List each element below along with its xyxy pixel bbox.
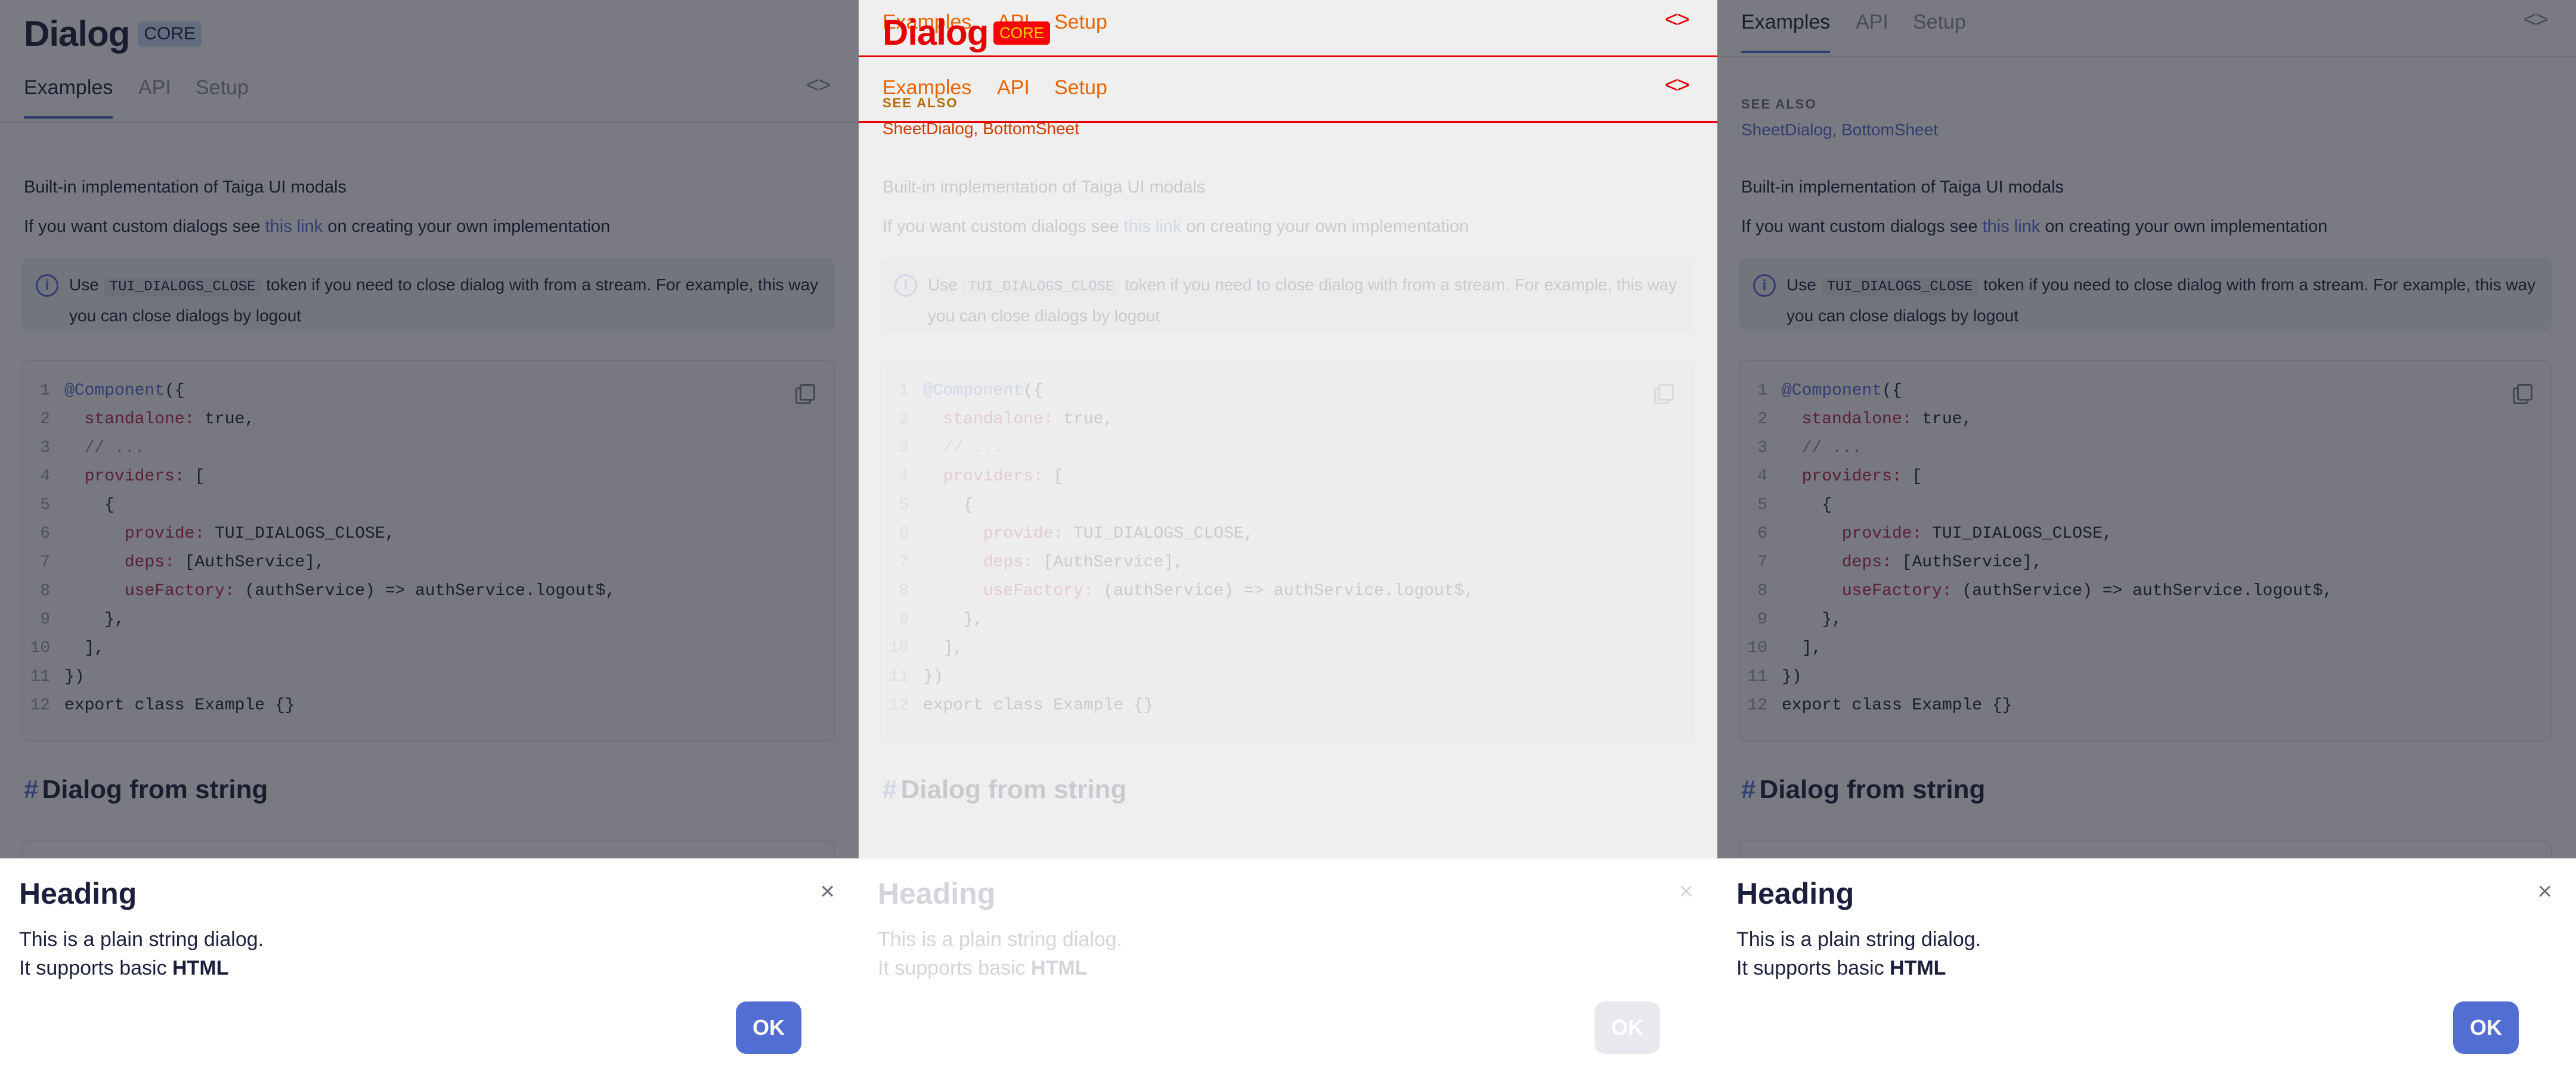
- dialog-line-1: This is a plain string dialog.: [1736, 928, 1981, 951]
- dialog-backdrop[interactable]: [1717, 0, 2576, 858]
- dialog-backdrop[interactable]: [0, 0, 859, 858]
- code-line: 9 },: [881, 606, 1692, 634]
- panel-right: Examples API Setup <> SEE ALSO SheetDial…: [1717, 0, 2576, 1073]
- code-line: 4 providers: [: [881, 463, 1692, 491]
- code-text: export class Example {}: [923, 696, 1154, 715]
- line-number: 10: [888, 639, 909, 658]
- dialog-content: This is a plain string dialog. It suppor…: [878, 925, 1698, 982]
- dialog-line-2: It supports basic HTML: [19, 954, 840, 982]
- code-line: 8 useFactory: (authService) => authServi…: [881, 577, 1692, 606]
- panel-left: Dialog CORE Examples API Setup <> Built-…: [0, 0, 859, 1073]
- core-badge: CORE: [993, 21, 1051, 45]
- code-toggle-icon[interactable]: <>: [1665, 73, 1690, 98]
- code-text: {: [923, 496, 974, 514]
- code-text: ],: [923, 639, 964, 658]
- code-toggle-icon[interactable]: <>: [1665, 7, 1690, 33]
- section-title: #Dialog from string: [883, 775, 1126, 805]
- code-line: 2 standalone: true,: [881, 405, 1692, 434]
- line-number: 5: [899, 496, 909, 514]
- close-icon[interactable]: ×: [2537, 879, 2552, 904]
- ok-button[interactable]: OK: [736, 1001, 801, 1054]
- line-number: 4: [899, 467, 909, 486]
- code-lines: 1@Component({2 standalone: true,3 // ...…: [881, 377, 1692, 720]
- line-number: 11: [888, 668, 909, 686]
- description: Built-in implementation of Taiga UI moda…: [883, 178, 1206, 197]
- ok-button[interactable]: OK: [1594, 1001, 1660, 1054]
- this-link[interactable]: this link: [1124, 217, 1182, 236]
- dialog-heading: Heading: [19, 877, 137, 910]
- code-line: 11}): [881, 663, 1692, 691]
- dialog-line-2-bold: HTML: [172, 957, 229, 979]
- code-line: 3 // ...: [881, 434, 1692, 463]
- panel-middle: Built-in implementation of Taiga UI moda…: [859, 0, 1717, 1073]
- dialog-line-2: It supports basic HTML: [878, 954, 1698, 982]
- line-number: 2: [899, 410, 909, 429]
- notice-token: TUI_DIALOGS_CLOSE: [962, 278, 1120, 296]
- code-text: }): [923, 668, 943, 686]
- code-text: standalone: true,: [943, 410, 1114, 429]
- code-line: 6 provide: TUI_DIALOGS_CLOSE,: [881, 520, 1692, 548]
- code-text: // ...: [943, 439, 1004, 457]
- dialog-heading: Heading: [878, 877, 996, 910]
- dialog-sheet: Heading This is a plain string dialog. I…: [1717, 858, 2576, 1073]
- code-text: },: [923, 610, 983, 629]
- dialog-line-1: This is a plain string dialog.: [19, 928, 264, 951]
- custom-dialogs-text: If you want custom dialogs see this link…: [883, 217, 1469, 237]
- dialog-line-1: This is a plain string dialog.: [878, 928, 1123, 951]
- line-number: 7: [899, 553, 909, 572]
- code-line: 5 {: [881, 491, 1692, 520]
- dialog-sheet: Heading This is a plain string dialog. I…: [859, 858, 1717, 1073]
- tab-setup[interactable]: Setup: [1054, 11, 1107, 34]
- copy-icon[interactable]: [1648, 379, 1676, 407]
- line-number: 3: [899, 439, 909, 457]
- page-title: Dialog: [883, 13, 989, 52]
- line-number: 6: [899, 525, 909, 543]
- see-also-label: SEE ALSO: [883, 95, 958, 110]
- notice-box: i Use TUI_DIALOGS_CLOSE token if you nee…: [880, 258, 1693, 331]
- section-hash[interactable]: #: [883, 775, 897, 804]
- dialog-sheet: Heading This is a plain string dialog. I…: [0, 858, 859, 1073]
- dialog-line-2-bold: HTML: [1890, 957, 1946, 979]
- dialog-content: This is a plain string dialog. It suppor…: [1736, 925, 2557, 982]
- dialog-line-2-bold: HTML: [1031, 957, 1088, 979]
- dialog-line-2-text: It supports basic: [878, 957, 1032, 979]
- see-also-links[interactable]: SheetDialog, BottomSheet: [883, 119, 1079, 138]
- code-text: @Component({: [923, 382, 1044, 400]
- close-icon[interactable]: ×: [1679, 879, 1693, 904]
- code-line: 7 deps: [AuthService],: [881, 548, 1692, 577]
- code-line: 10 ],: [881, 634, 1692, 663]
- info-icon: i: [894, 274, 917, 297]
- code-line: 12 export class Example {}: [881, 691, 1692, 720]
- line-number: 1: [899, 382, 909, 400]
- close-icon[interactable]: ×: [820, 879, 835, 904]
- section-title-text: Dialog from string: [900, 775, 1127, 804]
- dialog-line-2: It supports basic HTML: [1736, 954, 2557, 982]
- code-text: provide: TUI_DIALOGS_CLOSE,: [983, 525, 1254, 543]
- notice-prefix: Use: [928, 275, 962, 294]
- code-text: deps: [AuthService],: [983, 553, 1184, 572]
- dialog-content: This is a plain string dialog. It suppor…: [19, 925, 840, 982]
- code-text: useFactory: (authService) => authService…: [983, 582, 1475, 600]
- custom-prefix: If you want custom dialogs see: [883, 217, 1124, 236]
- dialog-line-2-text: It supports basic: [1736, 957, 1890, 979]
- ok-button[interactable]: OK: [2453, 1001, 2519, 1054]
- line-number: 9: [899, 610, 909, 629]
- dialog-heading: Heading: [1736, 877, 1854, 910]
- code-block: 1@Component({2 standalone: true,3 // ...…: [880, 360, 1693, 742]
- custom-suffix: on creating your own implementation: [1181, 217, 1469, 236]
- dialog-line-2-text: It supports basic: [19, 957, 173, 979]
- code-text: providers: [: [943, 467, 1064, 486]
- code-line: 1 @Component({: [881, 377, 1692, 405]
- see-also: SEE ALSO SheetDialog, BottomSheet: [883, 95, 1079, 138]
- line-number: 8: [899, 582, 909, 600]
- line-number: 12: [888, 696, 909, 715]
